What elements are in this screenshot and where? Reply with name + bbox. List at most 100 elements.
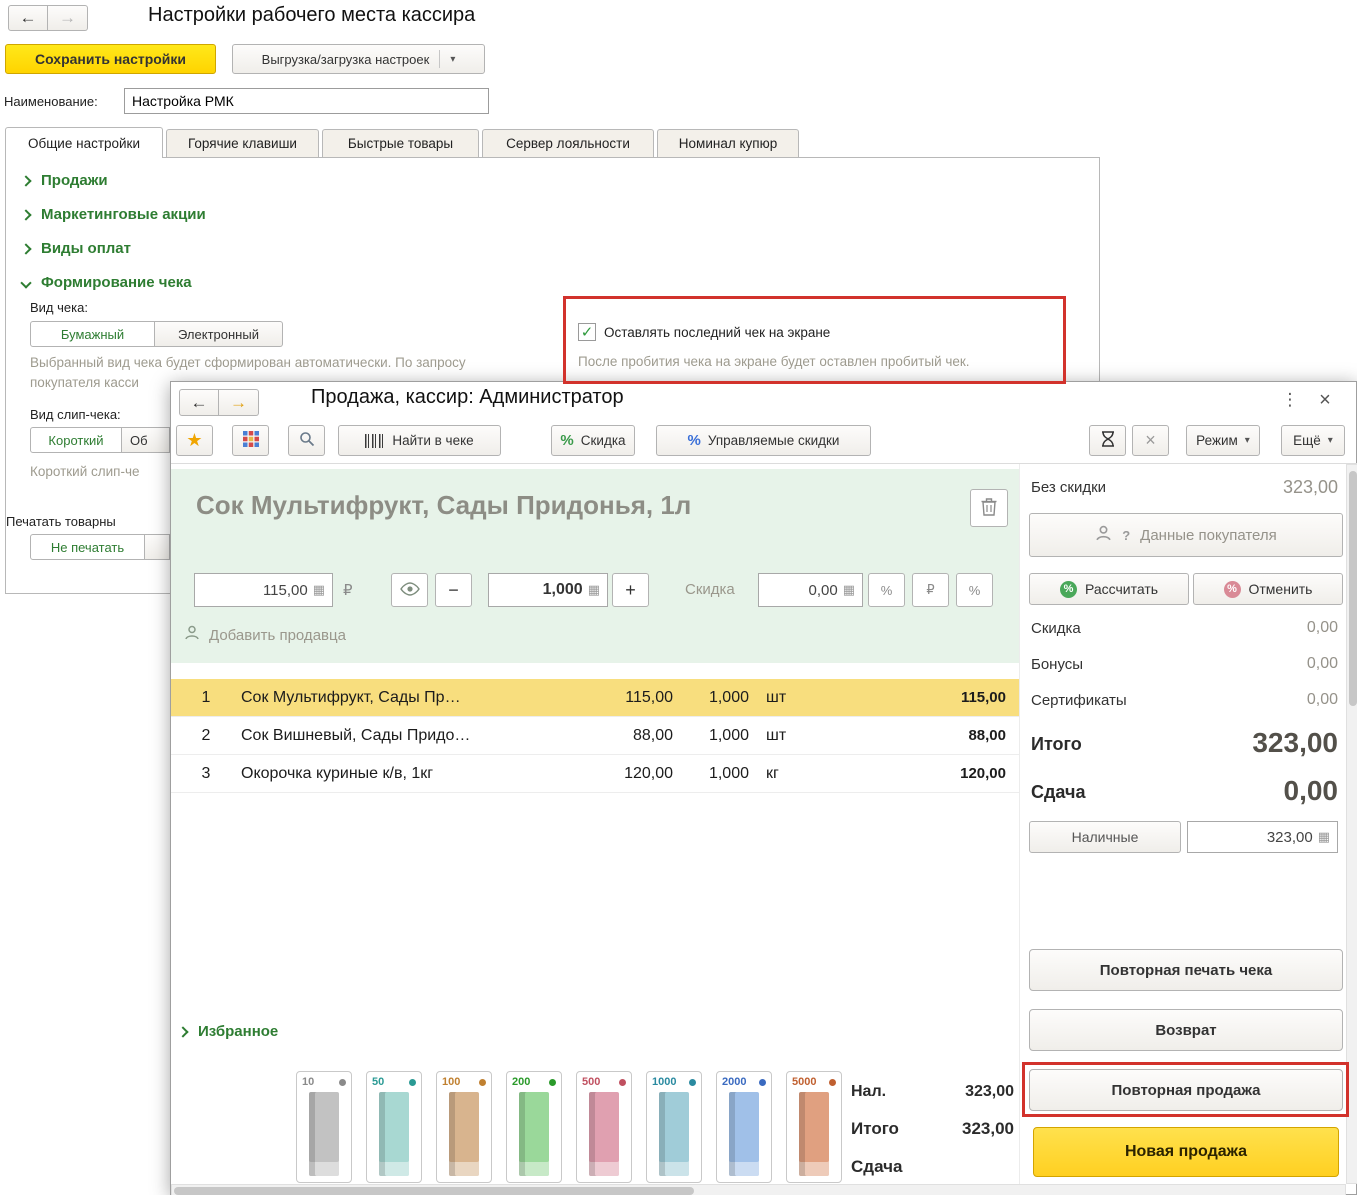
cell-unit: шт (749, 727, 821, 745)
discount-currency-button[interactable]: ₽ (912, 573, 949, 607)
slip-other-option[interactable]: Об (122, 427, 170, 453)
banknote-button-100[interactable]: 100 (436, 1071, 492, 1183)
section-payment-types[interactable]: Виды оплат (22, 240, 131, 257)
vertical-scrollbar[interactable] (1346, 464, 1357, 1184)
dot-icon (759, 1079, 766, 1086)
banknote-image (659, 1092, 689, 1176)
banknote-button-10[interactable]: 10 (296, 1071, 352, 1183)
cancel-discount-button[interactable]: % Отменить (1193, 573, 1343, 605)
banknote-button-1000[interactable]: 1000 (646, 1071, 702, 1183)
view-item-button[interactable] (391, 573, 428, 607)
chevron-right-icon (20, 243, 31, 254)
check-icon: ✓ (581, 323, 594, 341)
favorites-section[interactable]: Избранное (179, 1023, 278, 1040)
cash-amount-field[interactable]: 323,00 ▦ (1187, 821, 1338, 853)
dot-icon (829, 1079, 836, 1086)
delete-item-button[interactable] (970, 489, 1008, 527)
dot-icon (479, 1079, 486, 1086)
discount-button[interactable]: % Скидка (551, 425, 635, 456)
price-field[interactable]: 115,00 ▦ (194, 573, 333, 607)
banknote-button-200[interactable]: 200 (506, 1071, 562, 1183)
managed-discounts-button[interactable]: % Управляемые скидки (656, 425, 871, 456)
favorites-button[interactable]: ★ (176, 425, 213, 456)
button-divider (439, 50, 440, 68)
repeat-sale-button[interactable]: Повторная продажа (1029, 1069, 1343, 1111)
increase-quantity-button[interactable]: + (612, 573, 649, 607)
chevron-right-icon (177, 1026, 188, 1037)
item-discount-field[interactable]: 0,00 ▦ (758, 573, 863, 607)
discount-percent-button[interactable]: % (868, 573, 905, 607)
vertical-scrollbar-thumb[interactable] (1349, 471, 1357, 706)
calculator-icon: ▦ (1318, 829, 1330, 845)
tab-hotkeys[interactable]: Горячие клавиши (166, 129, 319, 158)
new-sale-button[interactable]: Новая продажа (1033, 1127, 1339, 1177)
banknote-button-500[interactable]: 500 (576, 1071, 632, 1183)
question-icon: ? (1122, 528, 1130, 543)
section-sales[interactable]: Продажи (22, 172, 108, 189)
cash-payment-button[interactable]: Наличные (1029, 821, 1181, 853)
slip-short-option[interactable]: Короткий (30, 427, 122, 453)
close-window-button[interactable]: × (1313, 388, 1337, 412)
cash-amount-value: 323,00 (1267, 829, 1313, 846)
print-no-option[interactable]: Не печатать (30, 534, 145, 560)
return-button[interactable]: Возврат (1029, 1009, 1343, 1051)
forward-button[interactable]: → (219, 389, 259, 416)
banknote-value: 500 (582, 1076, 600, 1088)
item-discount-label: Скидка (685, 581, 735, 598)
back-button[interactable]: ← (179, 389, 219, 416)
reprint-receipt-button[interactable]: Повторная печать чека (1029, 949, 1343, 991)
receipt-electronic-option[interactable]: Электронный (155, 321, 283, 347)
search-icon (299, 431, 315, 450)
percent-circle-green-icon: % (1060, 581, 1077, 598)
table-row[interactable]: 2 Сок Вишневый, Сады Придо… 88,00 1,000 … (171, 717, 1019, 755)
cell-unit: кг (749, 765, 821, 783)
forward-arrow-icon: → (59, 8, 76, 28)
minus-icon: − (448, 580, 459, 601)
section-label: Продажи (41, 172, 108, 189)
kebab-menu-button[interactable]: ⋮ (1278, 388, 1302, 412)
export-import-settings-button[interactable]: Выгрузка/загрузка настроек ▾ (232, 44, 485, 74)
horizontal-scrollbar-thumb[interactable] (174, 1187, 694, 1195)
more-button[interactable]: Ещё ▾ (1281, 425, 1345, 456)
forward-button[interactable]: → (48, 5, 88, 31)
quantity-field[interactable]: 1,000 ▦ (488, 573, 608, 607)
tab-loyalty-server[interactable]: Сервер лояльности (482, 129, 654, 158)
calculate-label: Рассчитать (1085, 581, 1158, 597)
customer-data-button[interactable]: ? Данные покупателя (1029, 513, 1343, 557)
tab-banknote-denomination[interactable]: Номинал купюр (657, 129, 799, 158)
horizontal-scrollbar[interactable] (171, 1184, 1346, 1195)
cash-value: 323,00 (965, 1083, 1014, 1101)
cancel-label: Отменить (1249, 581, 1313, 597)
name-input[interactable] (124, 88, 489, 114)
discount-row: Скидка 0,00 (1031, 619, 1338, 637)
print-option-partial[interactable] (145, 534, 170, 560)
tab-quick-goods[interactable]: Быстрые товары (322, 129, 479, 158)
back-button[interactable]: ← (8, 5, 48, 31)
mode-button[interactable]: Режим ▾ (1186, 425, 1260, 456)
search-button[interactable] (288, 425, 325, 456)
bonuses-label: Бонусы (1031, 656, 1083, 673)
discount-percent-alt-button[interactable]: % (956, 573, 993, 607)
section-marketing[interactable]: Маркетинговые акции (22, 206, 206, 223)
table-row[interactable]: 3 Окорочка куриные к/в, 1кг 120,00 1,000… (171, 755, 1019, 793)
decrease-quantity-button[interactable]: − (435, 573, 472, 607)
slip-type-label: Вид слип-чека: (30, 407, 121, 422)
clear-button[interactable]: × (1132, 425, 1169, 456)
banknote-button-50[interactable]: 50 (366, 1071, 422, 1183)
certificates-row: Сертификаты 0,00 (1031, 691, 1338, 709)
banknote-button-2000[interactable]: 2000 (716, 1071, 772, 1183)
section-receipt-forming[interactable]: Формирование чека (22, 274, 192, 291)
banknote-button-5000[interactable]: 5000 (786, 1071, 842, 1183)
save-settings-button[interactable]: Сохранить настройки (5, 44, 216, 74)
keep-receipt-checkbox[interactable]: ✓ (578, 323, 596, 341)
table-row[interactable]: 1 Сок Мультифрукт, Сады Пр… 115,00 1,000… (171, 679, 1019, 717)
calculate-button[interactable]: % Рассчитать (1029, 573, 1189, 605)
pos-nav-buttons: ← → (179, 389, 259, 416)
cell-num: 1 (171, 689, 241, 707)
tab-general-settings[interactable]: Общие настройки (5, 127, 163, 158)
find-in-receipt-button[interactable]: Найти в чеке (338, 425, 501, 456)
receipt-paper-option[interactable]: Бумажный (30, 321, 155, 347)
hourglass-button[interactable] (1089, 425, 1126, 456)
add-seller-link[interactable]: Добавить продавца (184, 625, 346, 645)
quick-goods-button[interactable] (232, 425, 269, 456)
